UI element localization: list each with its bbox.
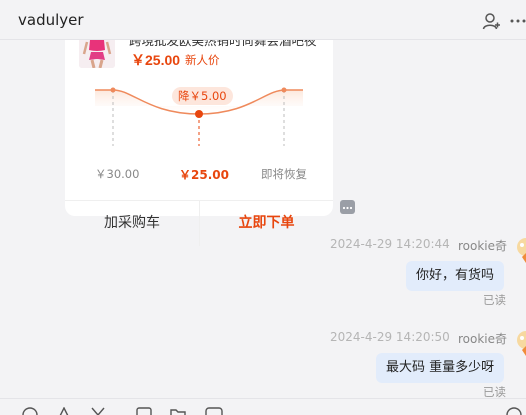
contact-name: vadulyer	[18, 11, 84, 29]
emoji-icon[interactable]	[22, 407, 38, 415]
message-list[interactable]: 跨境批发欧美热销时尚舞会酒吧夜 ￥25.00 新人价 降￥5.00 ￥30.00…	[0, 40, 526, 398]
message-timestamp: 2024-4-29 14:20:44	[330, 237, 450, 251]
more-icon[interactable]	[510, 12, 526, 32]
card-menu-icon[interactable]	[340, 200, 355, 214]
product-price: ￥25.00	[131, 52, 181, 68]
message-bubble[interactable]: 最大码 重量多少呀	[376, 353, 505, 383]
scissors-icon[interactable]	[90, 407, 106, 415]
price-tag: 新人价	[185, 53, 220, 67]
original-price: ￥30.00	[95, 167, 140, 181]
chat-icon[interactable]	[506, 407, 522, 415]
add-to-cart-button[interactable]: 加采购车	[65, 201, 199, 246]
message-sender: rookie奇	[458, 332, 508, 346]
buy-now-button[interactable]: 立即下单	[200, 201, 333, 246]
read-status: 已读	[483, 385, 506, 398]
message-bubble[interactable]: 你好，有货吗	[406, 261, 505, 291]
input-toolbar	[0, 398, 526, 415]
folder-icon[interactable]	[170, 407, 186, 415]
restore-label: 即将恢复	[261, 167, 307, 181]
product-image[interactable]	[79, 40, 115, 68]
video-icon[interactable]	[205, 407, 223, 415]
product-title[interactable]: 跨境批发欧美热销时尚舞会酒吧夜	[129, 40, 329, 49]
image-icon[interactable]	[136, 407, 152, 415]
message-sender: rookie奇	[458, 239, 508, 253]
chat-header: vadulyer	[0, 0, 526, 40]
add-contact-icon[interactable]	[482, 12, 500, 34]
current-price: ￥25.00	[179, 168, 229, 182]
read-status: 已读	[483, 293, 506, 307]
avatar[interactable]	[512, 237, 526, 265]
price-drop-badge: 降￥5.00	[172, 87, 233, 105]
message-timestamp: 2024-4-29 14:20:50	[330, 330, 450, 344]
product-card[interactable]: 跨境批发欧美热销时尚舞会酒吧夜 ￥25.00 新人价 降￥5.00 ￥30.00…	[65, 40, 333, 246]
avatar[interactable]	[512, 330, 526, 358]
shortcut-icon[interactable]	[56, 406, 72, 415]
